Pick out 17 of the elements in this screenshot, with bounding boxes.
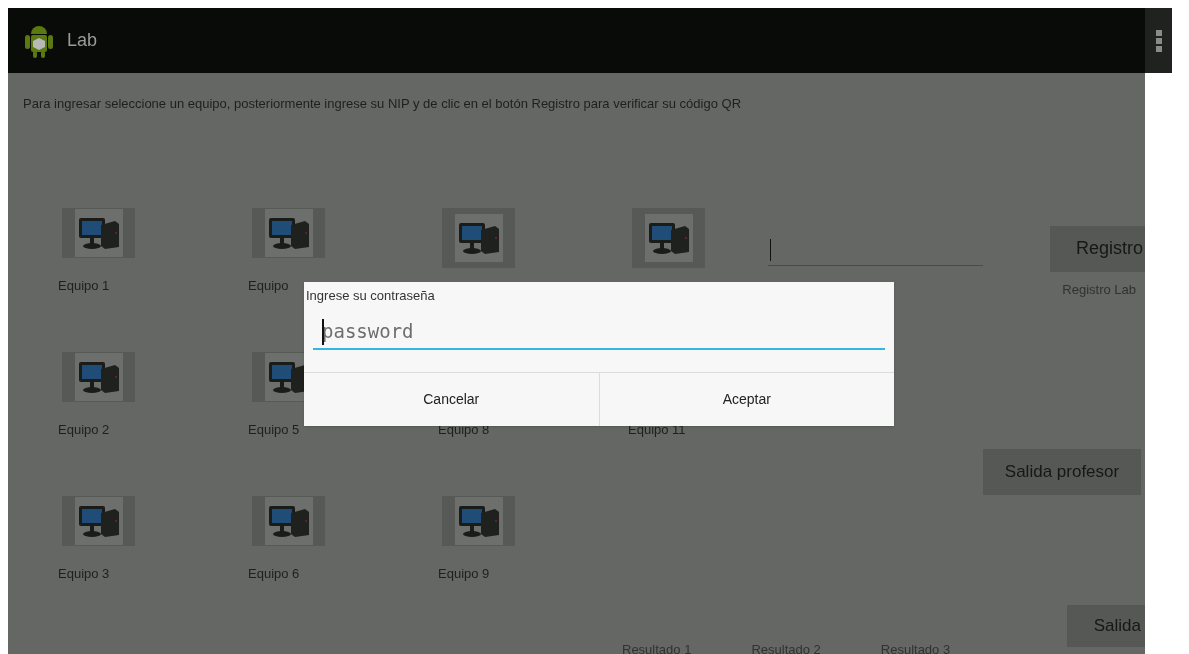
computer-label: Equipo 2	[58, 421, 110, 439]
register-button[interactable]: Registro	[1050, 225, 1145, 272]
computer-label: Equipo	[248, 277, 289, 295]
dialog-button[interactable]: Cancelar	[304, 373, 599, 426]
dialog-title: Ingrese su contraseña	[306, 287, 436, 305]
computer-label: Equipo 5	[248, 421, 300, 439]
instructions-text: Para ingresar seleccione un equipo, posteriormente ingrese su NIP y de clic en el botón Registro para verificar su código QR	[22, 95, 743, 113]
overflow-menu-button[interactable]	[1145, 8, 1172, 73]
computer-label: Equipo 9	[438, 565, 490, 583]
computer-label: Equipo 3	[58, 565, 110, 583]
password-input-field[interactable]: password	[313, 313, 885, 350]
dialog-button[interactable]: Aceptar	[598, 373, 894, 426]
computer-label: Equipo 1	[58, 277, 110, 295]
teacher-exit-button[interactable]: Salida profesor	[983, 449, 1141, 495]
app-title: Lab	[67, 29, 98, 52]
computer-label: Equipo 6	[248, 565, 300, 583]
exit-button[interactable]: Salida	[1067, 605, 1145, 647]
